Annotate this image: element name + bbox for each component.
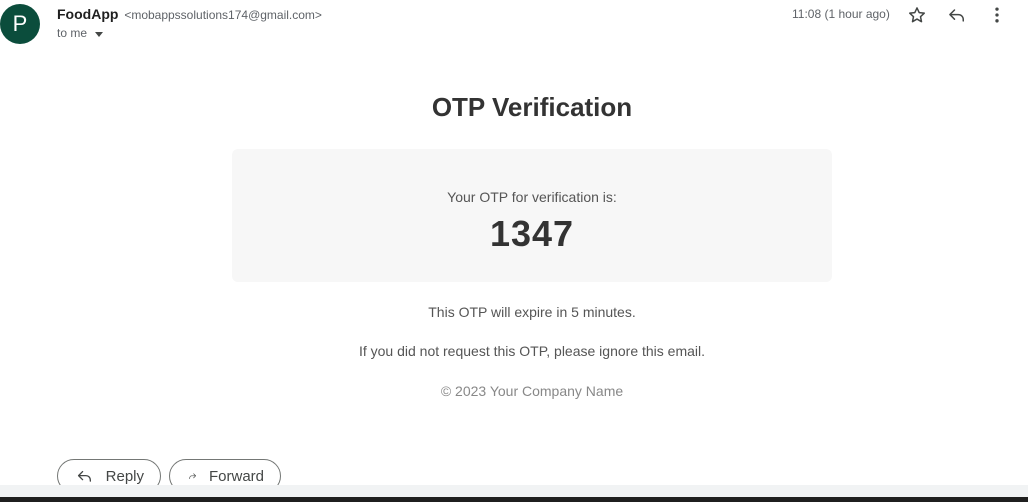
forward-button-label: Forward [208,467,264,485]
otp-code: 1347 [489,213,575,254]
otp-title: OTP Verification [431,92,633,122]
sender-avatar[interactable]: P [0,4,40,44]
chevron-down-icon [95,31,104,37]
recipient-details-toggle[interactable]: to me [57,26,104,40]
sender-name[interactable]: FoodApp [57,6,118,22]
more-vert-icon[interactable] [985,4,1009,26]
otp-box: Your OTP for verification is: 1347 [232,149,832,282]
forward-icon [189,473,197,479]
ignore-note: If you did not request this OTP, please … [358,343,706,359]
expire-note: This OTP will expire in 5 minutes. [428,304,636,320]
reply-icon [77,470,91,482]
sender-email: <mobappssolutions174@gmail.com> [124,8,322,22]
window-bottom-edge [0,497,1028,502]
email-timestamp: 11:08 (1 hour ago) [792,7,890,21]
otp-label: Your OTP for verification is: [447,189,617,205]
email-view: P FoodApp <mobappssolutions174@gmail.com… [0,0,1028,502]
recipient-label: to me [57,26,88,40]
star-icon[interactable] [905,4,929,26]
sender-line: FoodApp <mobappssolutions174@gmail.com> [57,6,322,22]
reply-icon[interactable] [945,4,969,26]
reply-button-label: Reply [105,467,144,485]
email-body: OTP Verification Your OTP for verificati… [232,80,832,399]
copyright-footer: © 2023 Your Company Name [440,383,624,399]
